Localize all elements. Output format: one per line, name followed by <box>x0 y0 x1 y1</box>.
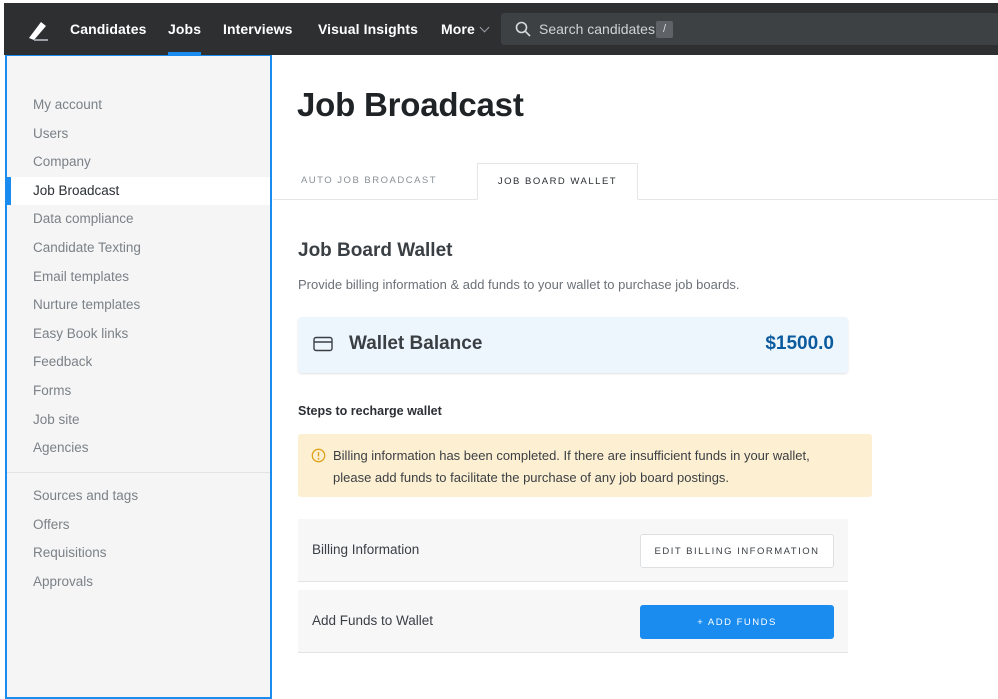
credit-card-icon <box>313 336 333 352</box>
sidebar-item-offers[interactable]: Offers <box>7 511 270 540</box>
sidebar-divider <box>7 472 270 473</box>
add-funds-row: Add Funds to Wallet + ADD FUNDS <box>298 590 848 653</box>
edit-billing-information-button[interactable]: EDIT BILLING INFORMATION <box>640 534 834 568</box>
info-icon <box>311 448 326 463</box>
settings-sidebar: My account Users Company Job Broadcast D… <box>5 55 272 699</box>
nav-visual-insights[interactable]: Visual Insights <box>318 3 418 55</box>
nav-more-label: More <box>441 21 475 37</box>
sidebar-item-data-compliance[interactable]: Data compliance <box>7 205 270 234</box>
chevron-down-icon <box>479 22 490 33</box>
top-nav: Candidates Jobs Interviews Visual Insigh… <box>4 3 998 55</box>
sidebar-item-job-broadcast[interactable]: Job Broadcast <box>7 176 270 206</box>
billing-notice: Billing information has been completed. … <box>298 434 872 497</box>
billing-information-label: Billing Information <box>312 542 420 557</box>
sidebar-list: My account Users Company Job Broadcast D… <box>7 91 270 463</box>
wallet-balance-card: Wallet Balance $1500.0 <box>298 317 848 373</box>
tab-auto-job-broadcast[interactable]: AUTO JOB BROADCAST <box>274 163 464 200</box>
nav-candidates[interactable]: Candidates <box>70 3 146 55</box>
notice-line-2: please add funds to facilitate the purch… <box>333 470 730 485</box>
add-funds-button[interactable]: + ADD FUNDS <box>640 605 834 639</box>
sidebar-item-requisitions[interactable]: Requisitions <box>7 539 270 568</box>
sidebar-item-agencies[interactable]: Agencies <box>7 434 270 463</box>
sidebar-item-nurture-templates[interactable]: Nurture templates <box>7 291 270 320</box>
sidebar-item-approvals[interactable]: Approvals <box>7 568 270 597</box>
sidebar-item-sources-and-tags[interactable]: Sources and tags <box>7 482 270 511</box>
pencil-logo-icon[interactable] <box>26 18 50 42</box>
sidebar-item-company[interactable]: Company <box>7 148 270 177</box>
section-description: Provide billing information & add funds … <box>298 277 740 292</box>
page-title: Job Broadcast <box>297 86 524 123</box>
wallet-balance-amount: $1500.0 <box>765 333 834 354</box>
search-input[interactable] <box>539 13 839 45</box>
section-title: Job Board Wallet <box>298 240 453 261</box>
nav-jobs[interactable]: Jobs <box>168 3 202 55</box>
wallet-balance-label: Wallet Balance <box>349 333 483 354</box>
sidebar-item-job-site[interactable]: Job site <box>7 406 270 435</box>
notice-line-1: Billing information has been completed. … <box>333 448 810 463</box>
billing-information-row: Billing Information EDIT BILLING INFORMA… <box>298 519 848 582</box>
tab-job-board-wallet[interactable]: JOB BOARD WALLET <box>477 163 638 200</box>
search-box[interactable]: / <box>501 13 998 45</box>
nav-more[interactable]: More <box>441 3 490 55</box>
sidebar-item-email-templates[interactable]: Email templates <box>7 263 270 292</box>
sidebar-item-easy-book-links[interactable]: Easy Book links <box>7 320 270 349</box>
add-funds-label: Add Funds to Wallet <box>312 613 434 628</box>
sidebar-item-users[interactable]: Users <box>7 120 270 149</box>
sidebar-item-feedback[interactable]: Feedback <box>7 348 270 377</box>
notice-text: Billing information has been completed. … <box>333 445 863 489</box>
nav-interviews[interactable]: Interviews <box>223 3 292 55</box>
search-icon <box>515 21 531 37</box>
sidebar-item-forms[interactable]: Forms <box>7 377 270 406</box>
steps-title: Steps to recharge wallet <box>298 404 442 418</box>
sidebar-list-secondary: Sources and tags Offers Requisitions App… <box>7 482 270 596</box>
search-shortcut-key: / <box>656 21 673 38</box>
sidebar-item-candidate-texting[interactable]: Candidate Texting <box>7 234 270 263</box>
sidebar-item-my-account[interactable]: My account <box>7 91 270 120</box>
